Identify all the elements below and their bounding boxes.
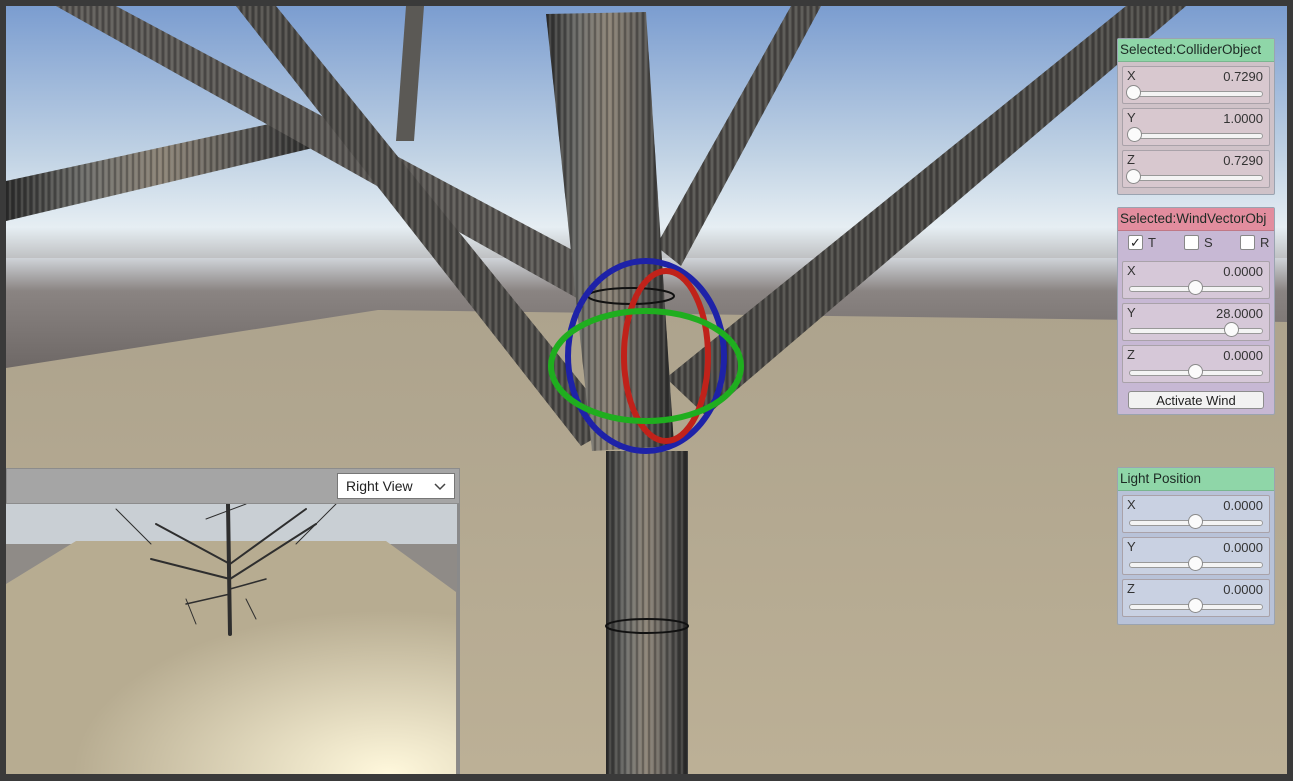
collider-z-slider[interactable]: Z 0.7290 — [1122, 150, 1270, 188]
light-panel-title: Light Position — [1118, 468, 1274, 491]
mini-tree-scene — [6, 504, 457, 774]
slider-track[interactable] — [1129, 514, 1263, 529]
wind-z-slider[interactable]: Z 0.0000 — [1122, 345, 1270, 383]
checkbox[interactable] — [1240, 235, 1255, 250]
slider-value: 0.7290 — [1223, 153, 1263, 168]
slider-value: 0.0000 — [1223, 498, 1263, 513]
slider-thumb[interactable] — [1125, 85, 1141, 100]
slider-thumb[interactable] — [1223, 322, 1239, 337]
checkbox[interactable] — [1184, 235, 1199, 250]
collider-x-slider[interactable]: X 0.7290 — [1122, 66, 1270, 104]
light-y-slider[interactable]: Y 0.0000 — [1122, 537, 1270, 575]
checkbox-checked[interactable]: ✓ — [1128, 235, 1143, 250]
view-dropdown-value: Right View — [346, 478, 413, 494]
chevron-down-icon — [434, 474, 446, 506]
axis-label: Y — [1127, 305, 1136, 320]
slider-track[interactable] — [1129, 364, 1263, 379]
slider-track[interactable] — [1129, 280, 1263, 295]
slider-thumb[interactable] — [1188, 556, 1203, 571]
slider-value: 0.0000 — [1223, 348, 1263, 363]
slider-track[interactable] — [1125, 169, 1263, 184]
activate-wind-button[interactable]: Activate Wind — [1128, 391, 1264, 409]
collider-object-panel: Selected:ColliderObject X 0.7290 Y 1.000… — [1117, 38, 1275, 195]
axis-label: Y — [1127, 539, 1136, 554]
transform-mode-toggles: ✓ T S R — [1118, 231, 1274, 257]
collider-panel-title: Selected:ColliderObject — [1118, 39, 1274, 62]
wind-vector-panel: Selected:WindVectorObj ✓ T S R X 0.0000 … — [1117, 207, 1275, 415]
slider-thumb[interactable] — [1188, 280, 1203, 295]
axis-label: X — [1127, 497, 1136, 512]
light-position-panel: Light Position X 0.0000 Y 0.0000 Z 0.000… — [1117, 467, 1275, 625]
toggle-label: T — [1148, 235, 1156, 250]
axis-label: Y — [1127, 110, 1136, 125]
axis-label: X — [1127, 68, 1136, 83]
slider-track[interactable] — [1125, 85, 1263, 100]
app-window: Selected:ColliderObject X 0.7290 Y 1.000… — [0, 0, 1293, 781]
toggle-label: R — [1260, 235, 1270, 250]
slider-value: 0.0000 — [1223, 582, 1263, 597]
collider-y-slider[interactable]: Y 1.0000 — [1122, 108, 1270, 146]
slider-value: 28.0000 — [1216, 306, 1263, 321]
mini-view-header: Right View — [6, 468, 460, 504]
light-z-slider[interactable]: Z 0.0000 — [1122, 579, 1270, 617]
slider-thumb[interactable] — [1125, 169, 1141, 184]
slider-thumb[interactable] — [1188, 598, 1203, 613]
slider-thumb[interactable] — [1188, 364, 1203, 379]
toggle-label: S — [1204, 235, 1213, 250]
slider-value: 0.0000 — [1223, 540, 1263, 555]
axis-label: Z — [1127, 152, 1135, 167]
wind-y-slider[interactable]: Y 28.0000 — [1122, 303, 1270, 341]
wind-x-slider[interactable]: X 0.0000 — [1122, 261, 1270, 299]
mini-viewport[interactable] — [6, 504, 460, 774]
light-x-slider[interactable]: X 0.0000 — [1122, 495, 1270, 533]
slider-value: 0.7290 — [1223, 69, 1263, 84]
slider-value: 1.0000 — [1223, 111, 1263, 126]
slider-track[interactable] — [1127, 127, 1263, 142]
slider-thumb[interactable] — [1127, 127, 1143, 142]
slider-value: 0.0000 — [1223, 264, 1263, 279]
axis-label: X — [1127, 263, 1136, 278]
slider-track[interactable] — [1129, 556, 1263, 571]
axis-label: Z — [1127, 347, 1135, 362]
slider-track[interactable] — [1129, 598, 1263, 613]
slider-thumb[interactable] — [1188, 514, 1203, 529]
view-dropdown[interactable]: Right View — [337, 473, 455, 499]
axis-label: Z — [1127, 581, 1135, 596]
slider-track[interactable] — [1129, 322, 1263, 337]
wind-panel-title: Selected:WindVectorObj — [1118, 208, 1274, 231]
